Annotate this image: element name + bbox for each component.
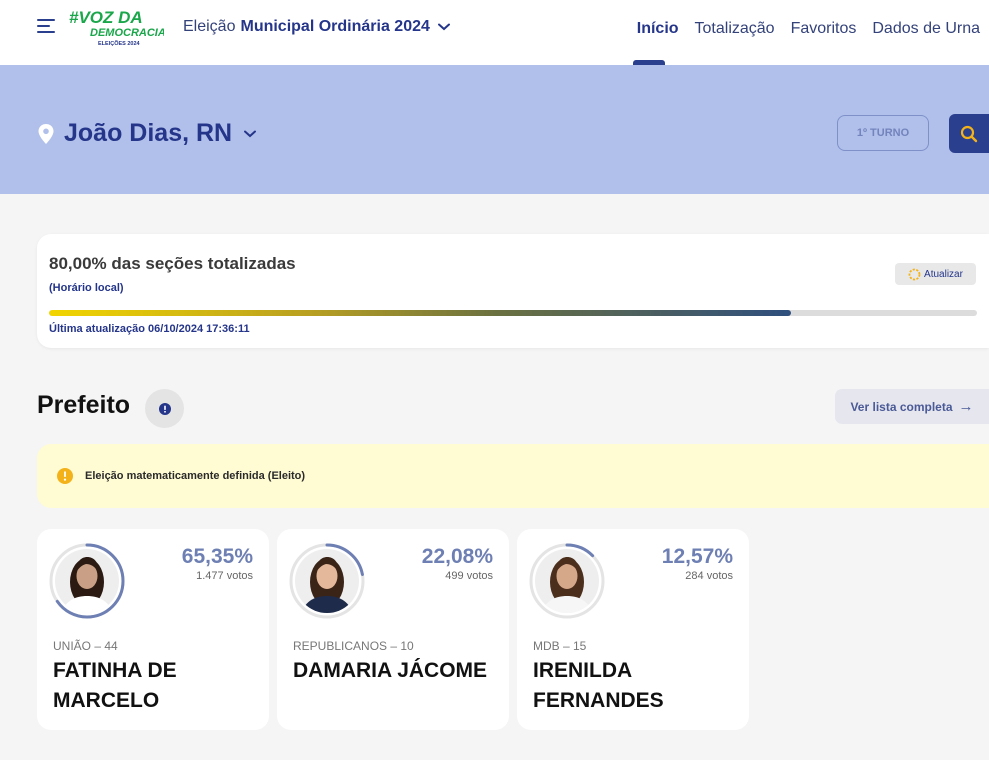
- nav-inicio[interactable]: Início: [637, 20, 679, 38]
- election-name: Municipal Ordinária 2024: [240, 18, 430, 35]
- candidate-photo: [529, 543, 605, 619]
- candidate-card-1[interactable]: 65,35% 1.477 votos UNIÃO – 44 FATINHA DE…: [37, 529, 269, 730]
- election-dropdown[interactable]: Eleição Municipal Ordinária 2024: [183, 16, 450, 38]
- candidate-photo: [289, 543, 365, 619]
- info-button[interactable]: [145, 389, 184, 428]
- refresh-label: Atualizar: [924, 268, 963, 280]
- nav-dados-de-urna[interactable]: Dados de Urna: [872, 20, 980, 38]
- candidate-name: DAMARIA JÁCOME: [293, 659, 488, 682]
- chevron-down-icon: [437, 23, 450, 31]
- candidate-name: FATINHA DE MARCELO: [53, 659, 177, 712]
- progress-bar: [49, 310, 977, 316]
- candidate-party: MDB – 15: [533, 639, 587, 653]
- voz-da-democracia-logo[interactable]: #VOZ DA DEMOCRACIA ELEIÇÕES 2024: [68, 6, 164, 48]
- refresh-icon: [908, 268, 921, 280]
- arrow-right-icon: →: [958, 398, 974, 415]
- totalization-progress-card: 80,00% das seções totalizadas (Horário l…: [37, 234, 989, 348]
- refresh-button[interactable]: Atualizar: [895, 263, 976, 285]
- candidate-photo: [49, 543, 125, 619]
- hamburger-menu-icon[interactable]: [37, 18, 55, 34]
- map-pin-icon: [38, 123, 54, 144]
- view-full-list-button[interactable]: Ver lista completa →: [835, 389, 989, 424]
- location-name: João Dias, RN: [64, 119, 233, 147]
- location-banner: João Dias, RN 1º TURNO: [0, 65, 989, 194]
- election-prefix: Eleição: [183, 18, 236, 35]
- turno-button[interactable]: 1º TURNO: [837, 115, 929, 151]
- candidate-votes: 499 votos: [445, 570, 493, 582]
- candidate-party: UNIÃO – 44: [53, 639, 118, 653]
- candidate-party: REPUBLICANOS – 10: [293, 639, 414, 653]
- candidate-card-2[interactable]: 22,08% 499 votos REPUBLICANOS – 10 DAMAR…: [277, 529, 509, 730]
- progress-bar-fill: [49, 310, 792, 316]
- progress-title: 80,00% das seções totalizadas: [49, 254, 296, 273]
- logo-line1: #VOZ DA: [69, 8, 143, 27]
- nav-favoritos[interactable]: Favoritos: [791, 20, 857, 38]
- candidate-card-3[interactable]: 12,57% 284 votos MDB – 15 IRENILDA FERNA…: [517, 529, 749, 730]
- top-header: #VOZ DA DEMOCRACIA ELEIÇÕES 2024 Eleição…: [0, 0, 989, 66]
- candidate-votes: 284 votos: [685, 570, 733, 582]
- candidate-votes: 1.477 votos: [196, 570, 253, 582]
- search-icon: [960, 125, 978, 142]
- candidate-percent: 22,08%: [421, 545, 493, 568]
- election-status-alert: Eleição matematicamente definida (Eleito…: [37, 444, 989, 508]
- location-selector[interactable]: João Dias, RN: [38, 119, 257, 148]
- last-update-text: Última atualização 06/10/2024 17:36:11: [49, 323, 250, 335]
- logo-line3: ELEIÇÕES 2024: [98, 40, 141, 47]
- nav-totalizacao[interactable]: Totalização: [695, 20, 775, 38]
- search-button[interactable]: [949, 114, 989, 153]
- progress-subtitle: (Horário local): [49, 282, 124, 294]
- view-full-list-label: Ver lista completa: [850, 399, 953, 414]
- candidate-name: IRENILDA FERNANDES: [533, 659, 664, 712]
- warning-icon: [57, 468, 73, 484]
- section-title: Prefeito: [37, 391, 131, 419]
- main-nav: Início Totalização Favoritos Dados de Ur…: [621, 20, 980, 38]
- logo-line2: DEMOCRACIA: [90, 27, 164, 39]
- info-icon: [158, 402, 171, 415]
- candidate-percent: 65,35%: [181, 545, 253, 568]
- alert-text: Eleição matematicamente definida (Eleito…: [85, 470, 306, 482]
- chevron-down-icon: [244, 130, 257, 137]
- candidate-percent: 12,57%: [661, 545, 733, 568]
